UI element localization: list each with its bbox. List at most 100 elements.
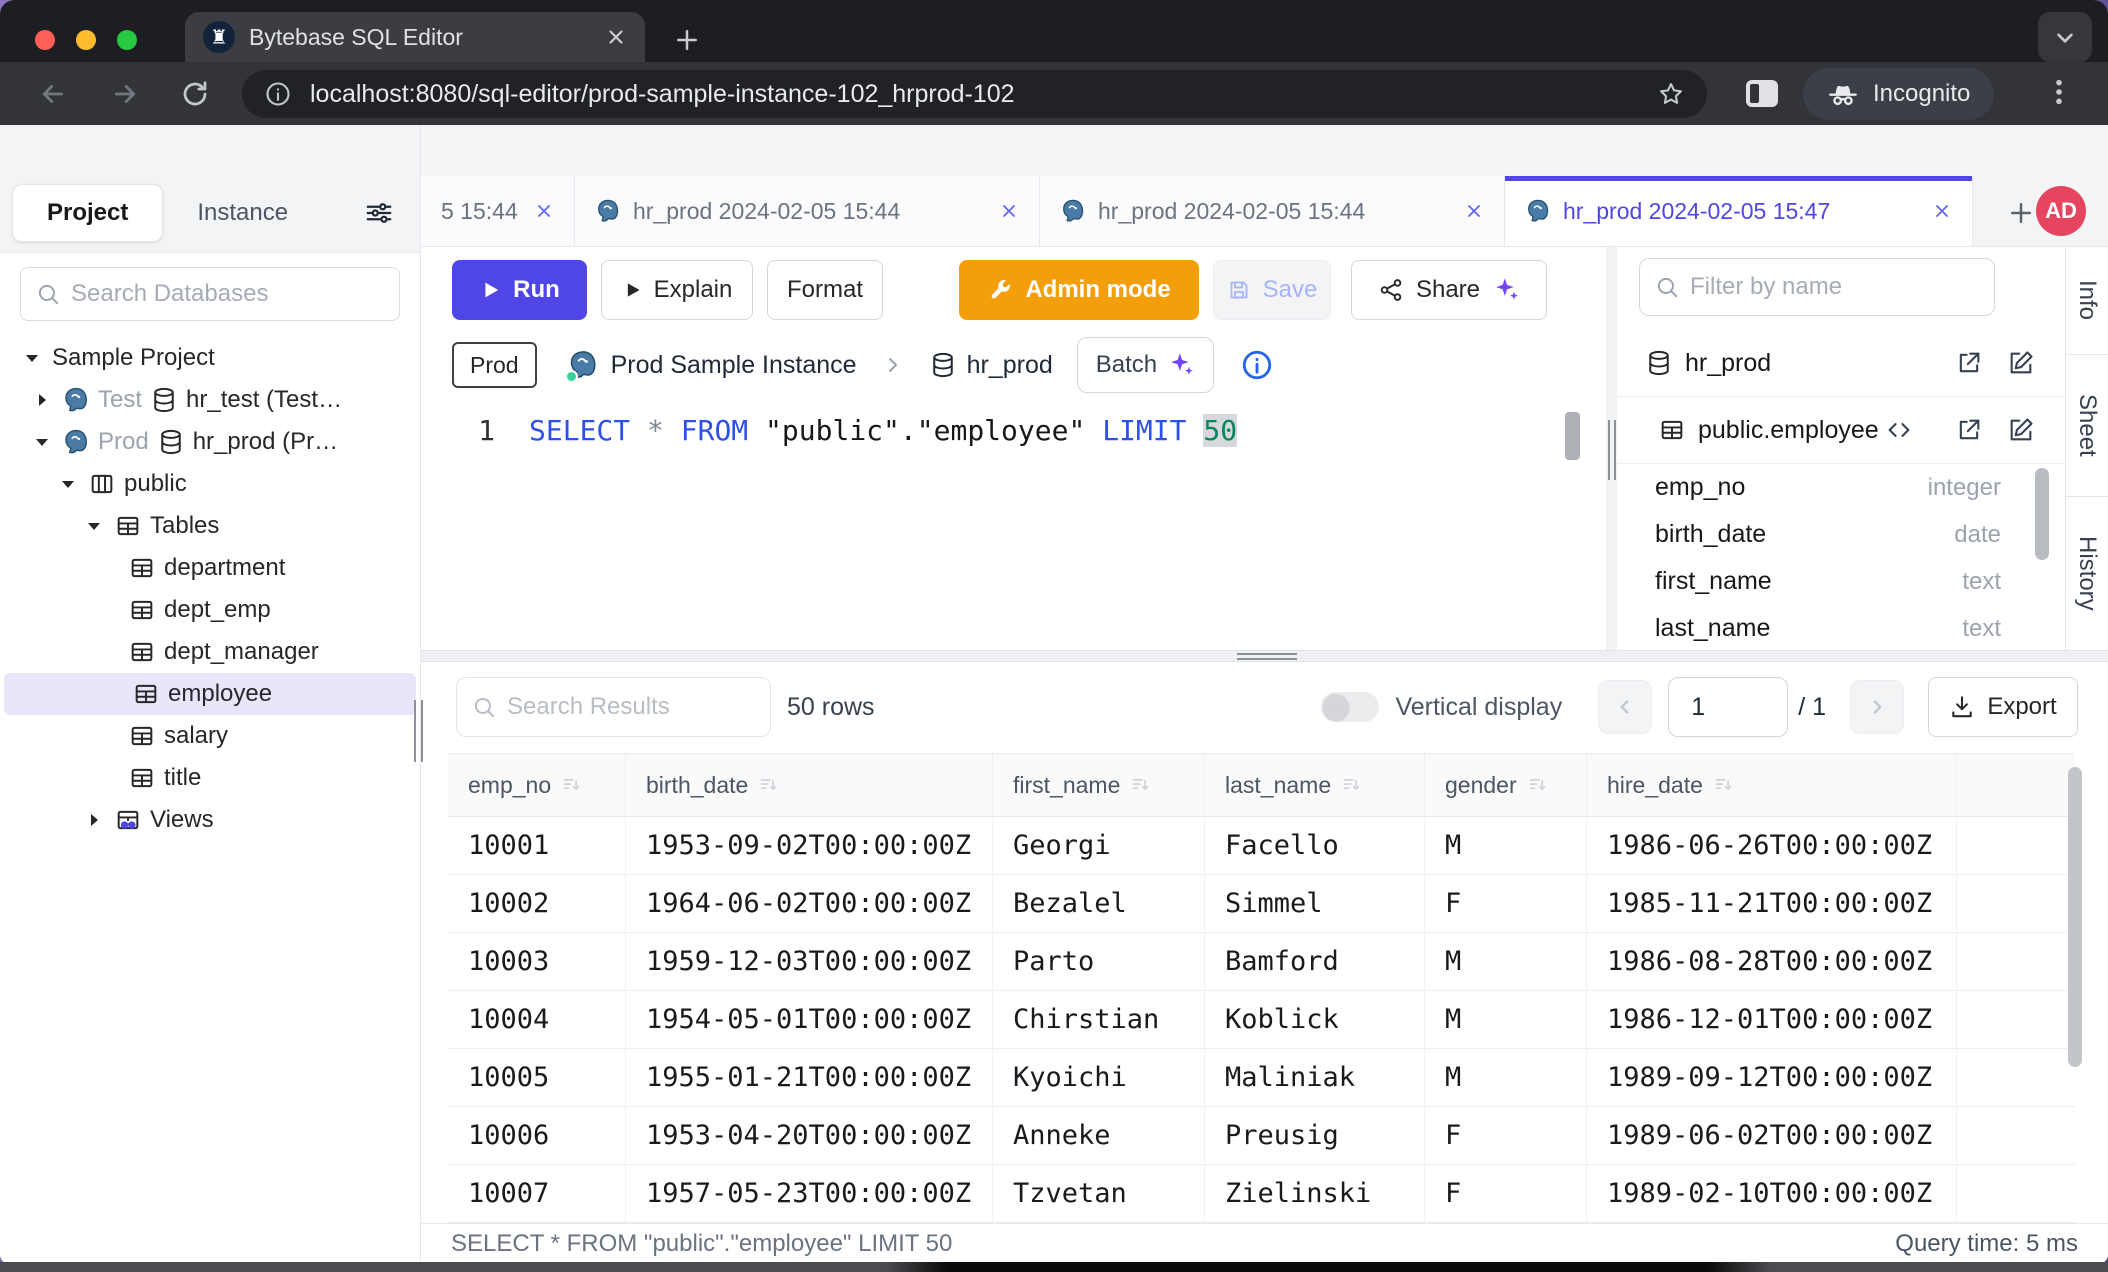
results-column-header[interactable]: birth_date — [625, 754, 992, 817]
editor-results-splitter[interactable] — [421, 650, 2108, 662]
tab-instance[interactable]: Instance — [163, 184, 322, 242]
edit-icon[interactable] — [2007, 349, 2035, 377]
rail-tab-sheet[interactable]: Sheet — [2066, 355, 2108, 497]
results-column-header[interactable]: first_name — [992, 754, 1204, 817]
minimize-window-button[interactable] — [76, 30, 96, 50]
filter-by-name-input[interactable] — [1690, 273, 1980, 301]
add-worksheet-icon[interactable] — [2006, 198, 2036, 228]
schema-filter[interactable] — [1639, 258, 1995, 316]
search-results-input[interactable] — [507, 693, 756, 721]
tab-search-chevron-button[interactable] — [2038, 12, 2092, 62]
prev-page-button[interactable] — [1598, 680, 1652, 734]
user-avatar[interactable]: AD — [2036, 186, 2086, 236]
toggle-knob — [1323, 694, 1349, 720]
tree-item[interactable]: department — [0, 547, 420, 589]
explain-button[interactable]: Explain — [601, 260, 753, 320]
edit-icon[interactable] — [2007, 416, 2035, 444]
column-header-label: birth_date — [646, 772, 748, 799]
save-button[interactable]: Save — [1213, 260, 1331, 320]
tree-item[interactable]: employee — [4, 673, 416, 715]
results-cell-filler — [1956, 1049, 2075, 1107]
worksheet-tab[interactable]: hr_prod 2024-02-05 15:44 — [1040, 176, 1505, 246]
results-cell: Kyoichi — [992, 1049, 1204, 1107]
worksheet-tab[interactable]: hr_prod 2024-02-05 15:47 — [1505, 176, 1973, 246]
rail-tab-history[interactable]: History — [2066, 497, 2108, 650]
close-tab-icon[interactable] — [605, 26, 627, 48]
caret-none-icon — [96, 556, 120, 580]
next-page-button[interactable] — [1850, 680, 1904, 734]
forward-icon[interactable] — [110, 79, 140, 109]
tree-item[interactable]: dept_manager — [0, 631, 420, 673]
site-info-icon[interactable] — [264, 80, 292, 108]
bookmark-star-icon[interactable] — [1657, 80, 1685, 108]
results-cell: Chirstian — [992, 991, 1204, 1049]
results-cell: 1955-01-21T00:00:00Z — [625, 1049, 992, 1107]
results-cell: 1986-12-01T00:00:00Z — [1586, 991, 1956, 1049]
admin-mode-button[interactable]: Admin mode — [959, 260, 1199, 320]
sql-code-area[interactable]: 1 SELECT * FROM "public"."employee" LIMI… — [421, 398, 1606, 650]
run-button[interactable]: Run — [452, 260, 587, 320]
tree-item[interactable]: title — [0, 757, 420, 799]
browser-tab[interactable]: ♜ Bytebase SQL Editor — [185, 12, 645, 62]
sidebar-resize-handle[interactable] — [414, 700, 428, 762]
table-icon — [128, 596, 156, 624]
vertical-display-toggle[interactable] — [1321, 692, 1379, 722]
search-databases-input[interactable] — [71, 280, 385, 308]
url-bar[interactable]: localhost:8080/sql-editor/prod-sample-in… — [242, 70, 1707, 118]
tree-item[interactable]: public — [0, 463, 420, 505]
sql-token: "public"."employee" — [765, 414, 1085, 447]
worksheet-tab[interactable]: 5 15:44 — [421, 176, 575, 246]
new-tab-icon[interactable] — [672, 25, 702, 55]
close-worksheet-icon[interactable] — [1932, 201, 1952, 221]
export-button[interactable]: Export — [1928, 677, 2078, 737]
caret-right-icon — [82, 808, 106, 832]
database-search[interactable] — [20, 267, 400, 321]
info-icon[interactable] — [1240, 348, 1274, 382]
tree-item[interactable]: Testhr_test (Test… — [0, 379, 420, 421]
results-cell: Tzvetan — [992, 1165, 1204, 1223]
tree-item[interactable]: Prodhr_prod (Pr… — [0, 421, 420, 463]
back-icon[interactable] — [38, 79, 68, 109]
tab-project[interactable]: Project — [12, 184, 163, 242]
results-column-header[interactable]: emp_no — [448, 754, 625, 817]
worksheet-tab[interactable]: hr_prod 2024-02-05 15:44 — [575, 176, 1040, 246]
reload-icon[interactable] — [180, 79, 210, 109]
editor-scrollbar[interactable] — [1565, 412, 1580, 460]
page-number-input[interactable] — [1668, 677, 1788, 737]
tree-item[interactable]: Sample Project — [0, 337, 420, 379]
results-column-header[interactable]: gender — [1424, 754, 1586, 817]
share-button[interactable]: Share — [1351, 260, 1547, 320]
editor-schema-divider[interactable] — [1606, 247, 1617, 650]
results-cell: 1954-05-01T00:00:00Z — [625, 991, 992, 1049]
close-worksheet-icon[interactable] — [1464, 201, 1484, 221]
close-worksheet-icon[interactable] — [999, 201, 1019, 221]
column-header-label: emp_no — [468, 772, 551, 799]
results-scrollbar[interactable] — [2068, 767, 2082, 1067]
sort-icon — [1130, 774, 1152, 796]
external-link-icon[interactable] — [1955, 416, 1983, 444]
close-worksheet-icon[interactable] — [534, 201, 554, 221]
code-icon[interactable] — [1885, 416, 1913, 444]
tree-item[interactable]: salary — [0, 715, 420, 757]
browser-menu-icon[interactable] — [2043, 76, 2075, 108]
tree-item[interactable]: Tables — [0, 505, 420, 547]
rail-tab-info[interactable]: Info — [2066, 247, 2108, 355]
schema-scrollbar[interactable] — [2035, 468, 2049, 560]
results-cell: Bezalel — [992, 875, 1204, 933]
column-type: text — [1962, 615, 2001, 643]
tree-item-label: Sample Project — [52, 344, 215, 372]
results-column-header[interactable]: hire_date — [1586, 754, 1956, 817]
results-cell: 1985-11-21T00:00:00Z — [1586, 875, 1956, 933]
close-window-button[interactable] — [35, 30, 55, 50]
sidebar-mode-switch: Project Instance — [12, 184, 322, 242]
results-column-header[interactable]: last_name — [1204, 754, 1424, 817]
maximize-window-button[interactable] — [117, 30, 137, 50]
external-link-icon[interactable] — [1955, 349, 1983, 377]
tree-settings-icon[interactable] — [364, 198, 394, 228]
tree-item[interactable]: Views — [0, 799, 420, 841]
side-panel-icon[interactable] — [1746, 80, 1778, 107]
tree-item[interactable]: dept_emp — [0, 589, 420, 631]
format-button[interactable]: Format — [767, 260, 883, 320]
batch-button[interactable]: Batch — [1077, 337, 1214, 393]
results-search[interactable] — [456, 677, 771, 737]
